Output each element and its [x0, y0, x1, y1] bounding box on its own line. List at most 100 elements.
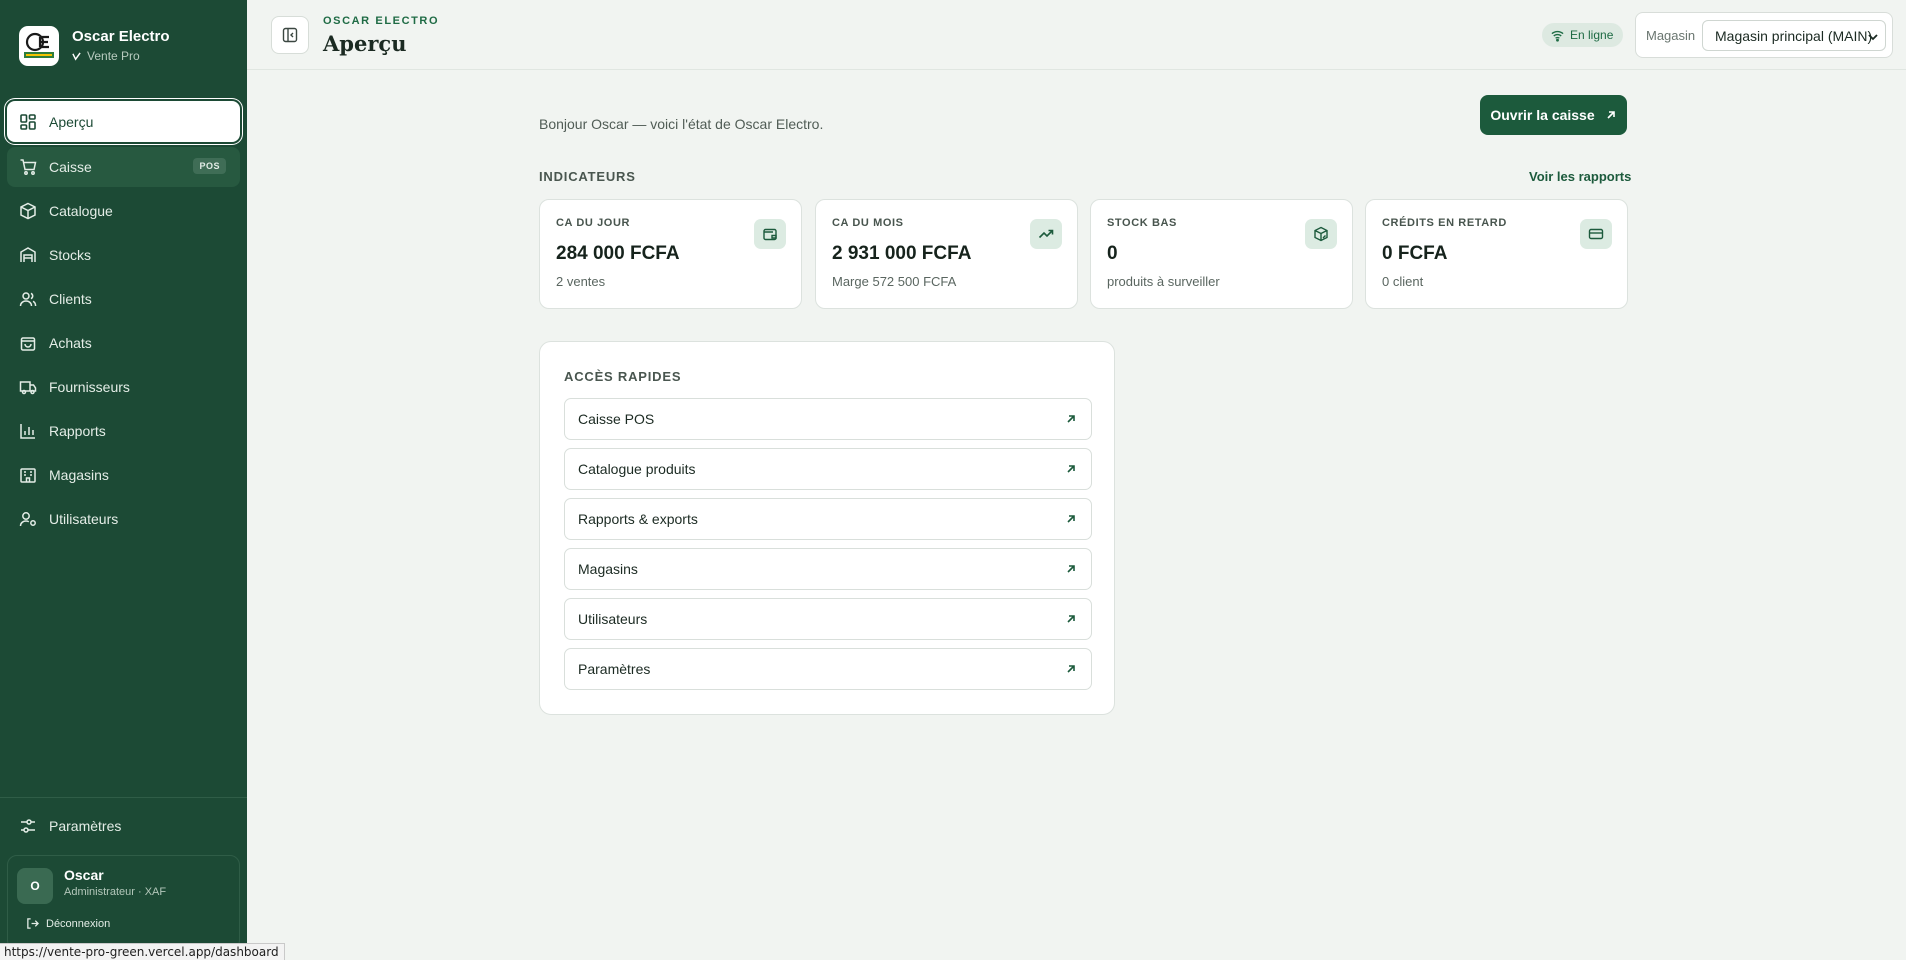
status-bar-url: https://vente-pro-green.vercel.app/dashb…	[0, 943, 285, 960]
sidebar-item-label: Achats	[49, 335, 92, 351]
store-select[interactable]: Magasin principal (MAIN)	[1702, 20, 1886, 51]
status-label: En ligne	[1570, 28, 1614, 42]
kpi-sub: Marge 572 500 FCFA	[832, 274, 957, 289]
store-label: Magasin	[1646, 28, 1696, 43]
sidebar-item-rapports[interactable]: Rapports	[7, 411, 240, 451]
quick-link-label: Paramètres	[578, 661, 651, 677]
quick-link-magasins[interactable]: Magasins	[564, 548, 1092, 590]
open-register-label: Ouvrir la caisse	[1490, 107, 1595, 123]
arrow-up-right-icon	[1067, 515, 1075, 523]
indicators-heading: INDICATEURS	[539, 169, 636, 184]
building-icon	[20, 468, 36, 483]
open-register-button[interactable]: Ouvrir la caisse	[1480, 95, 1627, 135]
sidebar-item-fournisseurs[interactable]: Fournisseurs	[7, 367, 240, 407]
quick-link-label: Catalogue produits	[578, 461, 696, 477]
arrow-up-right-icon	[1607, 111, 1615, 119]
sidebar-item-achats[interactable]: Achats	[7, 323, 240, 363]
kpi-value: 0	[1107, 243, 1118, 264]
sidebar-item-catalogue[interactable]: Catalogue	[7, 191, 240, 231]
kpi-value: 2 931 000 FCFA	[832, 243, 972, 264]
sidebar-toggle-button[interactable]	[271, 16, 309, 54]
sidebar-item-label: Magasins	[49, 467, 109, 483]
quick-access-heading: ACCÈS RAPIDES	[564, 369, 682, 384]
cart-icon	[20, 159, 37, 175]
sidebar: Oscar Electro Vente Pro Aperçu Caisse PO…	[0, 0, 247, 960]
brand[interactable]: Oscar Electro Vente Pro	[19, 26, 170, 66]
sidebar-item-label: Utilisateurs	[49, 511, 119, 527]
view-reports-link[interactable]: Voir les rapports	[1529, 169, 1631, 184]
kpi-card-monthly-revenue: CA DU MOIS 2 931 000 FCFA Marge 572 500 …	[815, 199, 1078, 309]
sidebar-item-label: Aperçu	[49, 113, 94, 130]
dashboard-icon	[20, 113, 36, 130]
store-picker: Magasin Magasin principal (MAIN)	[1635, 12, 1893, 58]
quick-link-catalogue[interactable]: Catalogue produits	[564, 448, 1092, 490]
truck-icon	[19, 381, 37, 395]
user-name: Oscar	[64, 867, 104, 883]
sidebar-item-magasins[interactable]: Magasins	[7, 455, 240, 495]
brand-logo	[19, 26, 59, 66]
sidebar-item-label: Paramètres	[49, 818, 122, 834]
box-icon	[20, 202, 36, 220]
sidebar-item-caisse[interactable]: Caisse POS	[7, 147, 240, 187]
kpi-sub: produits à surveiller	[1107, 274, 1220, 289]
arrow-up-right-icon	[1067, 665, 1075, 673]
kpi-value: 284 000 FCFA	[556, 243, 680, 264]
kpi-value: 0 FCFA	[1382, 243, 1448, 264]
sidebar-item-label: Fournisseurs	[49, 379, 130, 395]
brand-sub: Vente Pro	[87, 49, 140, 63]
package-icon	[1314, 226, 1328, 242]
kpi-label: CRÉDITS EN RETARD	[1382, 217, 1507, 229]
sidebar-item-label: Stocks	[49, 247, 92, 263]
kpi-card-low-stock: STOCK BAS 0 produits à surveiller	[1090, 199, 1353, 309]
sidebar-item-apercu[interactable]: Aperçu	[7, 101, 240, 142]
chevron-down-icon	[1868, 34, 1878, 41]
greeting: Bonjour Oscar — voici l'état de Oscar El…	[539, 116, 824, 132]
sidebar-item-clients[interactable]: Clients	[7, 279, 240, 319]
quick-link-rapports[interactable]: Rapports & exports	[564, 498, 1092, 540]
pos-badge: POS	[193, 158, 226, 174]
wallet-icon	[763, 228, 777, 241]
brand-name: Oscar Electro	[72, 28, 170, 45]
sidebar-item-label: Rapports	[49, 423, 106, 439]
warehouse-icon	[20, 247, 36, 262]
quick-link-caisse-pos[interactable]: Caisse POS	[564, 398, 1092, 440]
sidebar-item-stocks[interactable]: Stocks	[7, 235, 240, 275]
quick-link-parametres[interactable]: Paramètres	[564, 648, 1092, 690]
kpi-label: CA DU JOUR	[556, 217, 631, 229]
sidebar-item-parametres[interactable]: Paramètres	[7, 808, 240, 844]
kpi-sub: 0 client	[1382, 274, 1424, 289]
trending-up-icon	[1038, 229, 1054, 239]
avatar[interactable]: O	[17, 868, 53, 904]
sliders-icon	[21, 819, 35, 833]
arrow-up-right-icon	[1067, 465, 1075, 473]
store-select-value: Magasin principal (MAIN)	[1715, 27, 1873, 44]
page-title: Aperçu	[323, 31, 407, 56]
sidebar-item-label: Clients	[49, 291, 92, 307]
sidebar-divider	[0, 797, 247, 798]
sidebar-item-utilisateurs[interactable]: Utilisateurs	[7, 499, 240, 539]
shopping-bag-icon	[20, 337, 36, 351]
sidebar-nav: Aperçu Caisse POS Catalogue Stocks Clien…	[7, 101, 240, 543]
arrow-up-right-icon	[1067, 565, 1075, 573]
status-badge: En ligne	[1542, 23, 1624, 47]
arrow-up-right-icon	[1067, 415, 1075, 423]
brand-mark-icon	[72, 51, 81, 61]
quick-link-label: Rapports & exports	[578, 511, 698, 527]
quick-link-label: Utilisateurs	[578, 611, 648, 627]
kpi-card-daily-revenue: CA DU JOUR 284 000 FCFA 2 ventes	[539, 199, 802, 309]
logout-button[interactable]: Déconnexion	[26, 917, 110, 930]
user-role: Administrateur · XAF	[64, 886, 167, 898]
logout-icon	[27, 918, 39, 929]
breadcrumb: OSCAR ELECTRO	[323, 15, 440, 27]
quick-link-label: Magasins	[578, 561, 638, 577]
kpi-sub: 2 ventes	[556, 274, 606, 289]
sidebar-item-label: Catalogue	[49, 203, 113, 219]
bar-chart-icon	[20, 424, 35, 439]
wifi-icon	[1551, 30, 1564, 42]
users-icon	[19, 292, 37, 307]
quick-link-utilisateurs[interactable]: Utilisateurs	[564, 598, 1092, 640]
user-cog-icon	[19, 512, 36, 527]
sidebar-item-label: Caisse	[49, 159, 92, 175]
quick-link-label: Caisse POS	[578, 411, 655, 427]
topbar: OSCAR ELECTRO Aperçu En ligne Magasin Ma…	[247, 0, 1906, 70]
